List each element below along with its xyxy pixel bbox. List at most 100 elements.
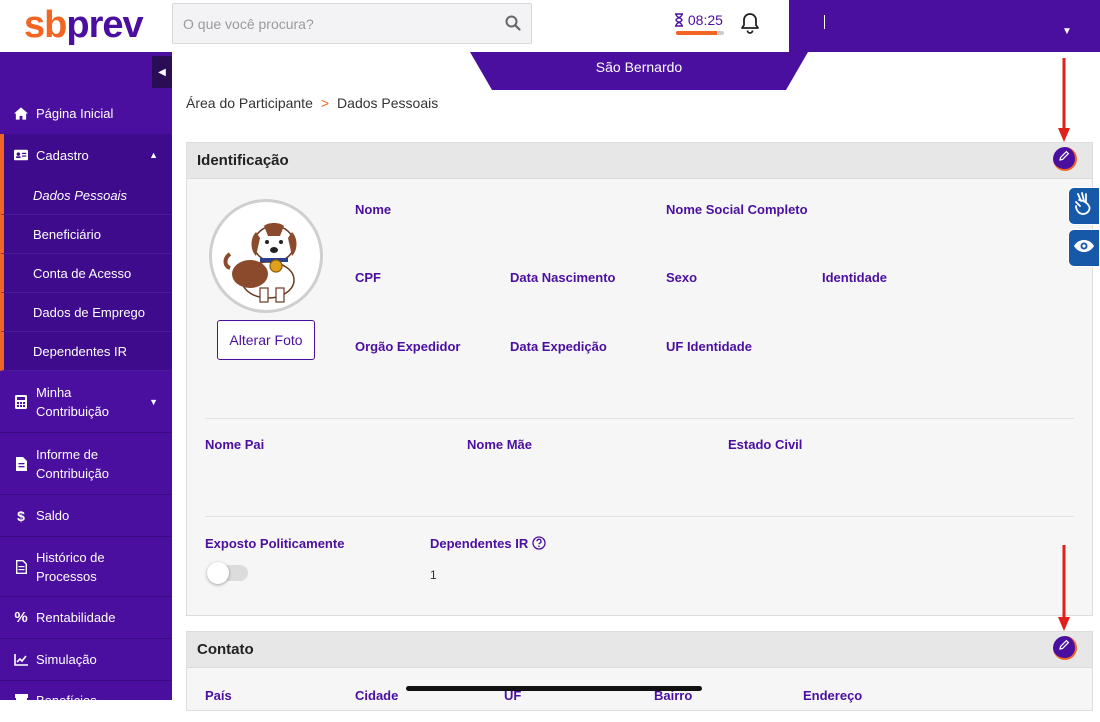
- chart-line-icon: [14, 653, 28, 666]
- sign-language-icon: [1073, 191, 1095, 221]
- file-icon: [14, 456, 28, 471]
- timer-progress-bar: [676, 31, 724, 35]
- subitem-label: Dados de Emprego: [33, 304, 146, 320]
- sbprev-logo[interactable]: sbprev: [24, 4, 144, 47]
- bell-icon[interactable]: [740, 12, 760, 39]
- sidebar-item-label: Simulação: [36, 652, 97, 667]
- visual-accessibility-button[interactable]: [1068, 229, 1100, 267]
- sidebar-item-label: Benefícios: [36, 693, 97, 708]
- field-label-identidade: Identidade: [822, 270, 888, 285]
- contato-header: Contato: [187, 632, 1092, 668]
- percent-icon: %: [14, 609, 28, 626]
- sidebar-item-cadastro[interactable]: Cadastro ▲: [0, 134, 172, 176]
- sign-language-button[interactable]: [1068, 187, 1100, 225]
- help-circle-icon[interactable]: [532, 536, 546, 551]
- sidebar-item-minha-contribuicao[interactable]: Minha Contribuição ▼: [0, 372, 172, 432]
- edit-contato-button[interactable]: [1053, 636, 1077, 660]
- dependentes-ir-value: 1: [430, 568, 437, 582]
- search-box: [172, 3, 532, 44]
- logo-sb: sb: [24, 4, 67, 46]
- field-label-nome: Nome: [355, 202, 392, 217]
- field-label-nome-pai: Nome Pai: [205, 437, 265, 452]
- pencil-icon: [1058, 149, 1070, 167]
- chevron-down-icon: ▼: [149, 397, 158, 407]
- identificacao-header: Identificação: [187, 143, 1092, 179]
- document-icon: [14, 559, 28, 574]
- field-label-cidade: Cidade: [355, 688, 399, 703]
- dollar-icon: $: [17, 507, 25, 524]
- location-banner-text: São Bernardo: [595, 59, 683, 75]
- contato-title: Contato: [197, 641, 254, 658]
- calculator-icon: [14, 395, 28, 409]
- home-indicator: [406, 686, 702, 691]
- pencil-icon: [1058, 638, 1070, 656]
- user-menu-caret-icon[interactable]: ▼: [1062, 26, 1072, 37]
- sidebar-subitem-dados-pessoais[interactable]: Dados Pessoais: [0, 176, 172, 215]
- sidebar-item-label: Página Inicial: [36, 105, 114, 121]
- hourglass-icon: [674, 12, 688, 28]
- user-name-placeholder: [824, 15, 825, 29]
- sidebar-item-label: Cadastro: [36, 147, 89, 163]
- field-label-nome-social: Nome Social Completo: [666, 202, 808, 217]
- field-label-uf-identidade: UF Identidade: [666, 339, 752, 354]
- sidebar-item-simulacao[interactable]: Simulação: [0, 638, 172, 680]
- id-card-icon: [14, 149, 28, 161]
- sidebar-item-label: Minha Contribuição: [36, 385, 109, 419]
- home-icon: [14, 106, 28, 120]
- subitem-label: Conta de Acesso: [33, 265, 132, 281]
- sidebar-item-label: Informe de Contribuição: [36, 446, 109, 481]
- chevron-up-icon: ▲: [149, 150, 158, 160]
- contato-panel: Contato: [186, 631, 1093, 711]
- breadcrumb: Área do Participante > Dados Pessoais: [186, 95, 438, 111]
- session-timer: 08:25: [674, 12, 723, 28]
- sidebar-subitem-dependentes-ir[interactable]: Dependentes IR: [0, 332, 172, 371]
- field-label-data-nascimento: Data Nascimento: [510, 270, 616, 285]
- field-label-endereco: Endereço: [803, 688, 863, 703]
- field-label-pais: País: [205, 688, 232, 703]
- sidebar-subitem-dados-de-emprego[interactable]: Dados de Emprego: [0, 293, 172, 332]
- annotation-arrow-icon: [1058, 58, 1070, 142]
- breadcrumb-separator: >: [320, 95, 330, 111]
- field-label-cpf: CPF: [355, 270, 381, 285]
- search-input[interactable]: [173, 4, 483, 43]
- logo-prev: prev: [66, 4, 143, 46]
- subitem-label: Beneficiário: [33, 226, 101, 242]
- timer-value: 08:25: [687, 12, 723, 28]
- search-icon[interactable]: [505, 15, 521, 36]
- subitem-label: Dependentes IR: [33, 343, 127, 359]
- sidebar-item-rentabilidade[interactable]: % Rentabilidade: [0, 596, 172, 638]
- field-label-sexo: Sexo: [666, 270, 698, 285]
- field-label-data-expedicao: Data Expedição: [510, 339, 607, 354]
- change-photo-button[interactable]: Alterar Foto: [217, 320, 315, 360]
- sidebar-subitem-conta-de-acesso[interactable]: Conta de Acesso: [0, 254, 172, 293]
- sidebar-collapse-button[interactable]: ◀: [152, 56, 172, 88]
- sidebar-item-historico-de-processos[interactable]: Histórico de Processos: [0, 536, 172, 596]
- identificacao-title: Identificação: [197, 152, 289, 169]
- breadcrumb-root[interactable]: Área do Participante: [186, 95, 313, 111]
- user-menu[interactable]: [789, 0, 1100, 52]
- field-label-estado-civil: Estado Civil: [728, 437, 803, 452]
- sidebar-subitem-beneficiario[interactable]: Beneficiário: [0, 215, 172, 254]
- toggle-knob[interactable]: [207, 562, 229, 584]
- breadcrumb-current: Dados Pessoais: [337, 95, 439, 111]
- field-label-nome-mae: Nome Mãe: [467, 437, 533, 452]
- sidebar-item-pagina-inicial[interactable]: Página Inicial: [0, 92, 172, 134]
- dog-avatar-icon: [223, 223, 297, 303]
- field-label-orgao-expedidor: Orgão Expedidor: [355, 339, 461, 354]
- sidebar-item-label: Rentabilidade: [36, 610, 116, 625]
- sidebar-item-informe-de-contribuicao[interactable]: Informe de Contribuição: [0, 432, 172, 494]
- gift-icon: [14, 691, 28, 704]
- dependentes-ir-label: Dependentes IR: [430, 536, 529, 551]
- subitem-label: Dados Pessoais: [33, 187, 127, 203]
- divider: [205, 418, 1074, 419]
- divider: [205, 516, 1074, 517]
- field-label-dependentes-ir: Dependentes IR: [430, 536, 546, 551]
- sidebar-item-label: Saldo: [36, 508, 70, 523]
- sidebar-item-beneficios[interactable]: Benefícios: [0, 680, 172, 722]
- eye-icon: [1073, 239, 1095, 258]
- sidebar-item-saldo[interactable]: $ Saldo: [0, 494, 172, 536]
- chevron-left-icon: ◀: [158, 66, 166, 78]
- edit-identificacao-button[interactable]: [1053, 147, 1077, 171]
- sidebar-item-label: Histórico de Processos: [36, 549, 105, 584]
- profile-photo: [209, 199, 323, 313]
